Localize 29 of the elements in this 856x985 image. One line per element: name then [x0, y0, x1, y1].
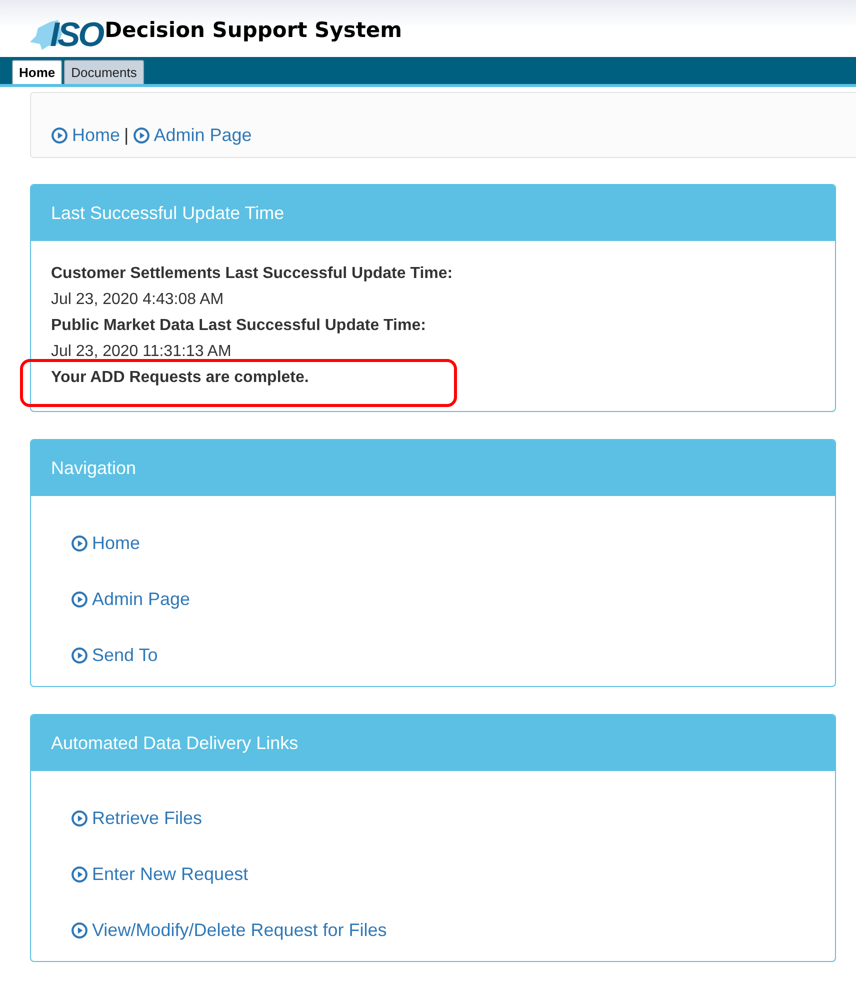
play-circle-icon [71, 646, 88, 664]
status-label: Customer Settlements Last Successful Update Time: [51, 264, 454, 284]
panel-title: Automated Data Delivery Links [51, 732, 298, 755]
nav-link[interactable]: Admin Page [132, 122, 252, 148]
nav-link[interactable]: View/Modify/Delete Request for Files [71, 918, 387, 942]
play-circle-icon [71, 810, 88, 826]
logo-text: ISO [50, 18, 103, 52]
breadcrumb-separator: | [124, 124, 129, 147]
timestamp-text: Jul 23, 2020 11:31:13 AM [51, 342, 232, 362]
play-circle-icon [71, 866, 88, 882]
nav-link[interactable]: Retrieve Files [71, 806, 202, 830]
nav-tab[interactable]: Home [12, 60, 62, 84]
play-circle-icon [71, 590, 88, 608]
nav-link[interactable]: Home [51, 122, 120, 148]
timestamp-text: Jul 23, 2020 4:43:08 AM [51, 290, 225, 310]
nav-link[interactable]: Home [71, 531, 140, 555]
nav-link[interactable]: Enter New Request [71, 862, 248, 886]
nav-link[interactable]: Send To [71, 643, 158, 667]
app-title: Decision Support System [104, 16, 402, 44]
play-circle-icon [71, 922, 88, 938]
panel-title: Last Successful Update Time [51, 202, 284, 225]
panel-title: Navigation [51, 456, 136, 480]
status-label: Public Market Data Last Successful Update Time: [51, 316, 427, 336]
play-circle-icon [71, 534, 88, 552]
nav-tab[interactable]: Documents [64, 60, 144, 84]
status-label: Your ADD Requests are complete. [51, 365, 815, 391]
play-circle-icon [132, 126, 150, 144]
play-circle-icon [51, 126, 68, 144]
nav-link[interactable]: Admin Page [71, 587, 190, 611]
